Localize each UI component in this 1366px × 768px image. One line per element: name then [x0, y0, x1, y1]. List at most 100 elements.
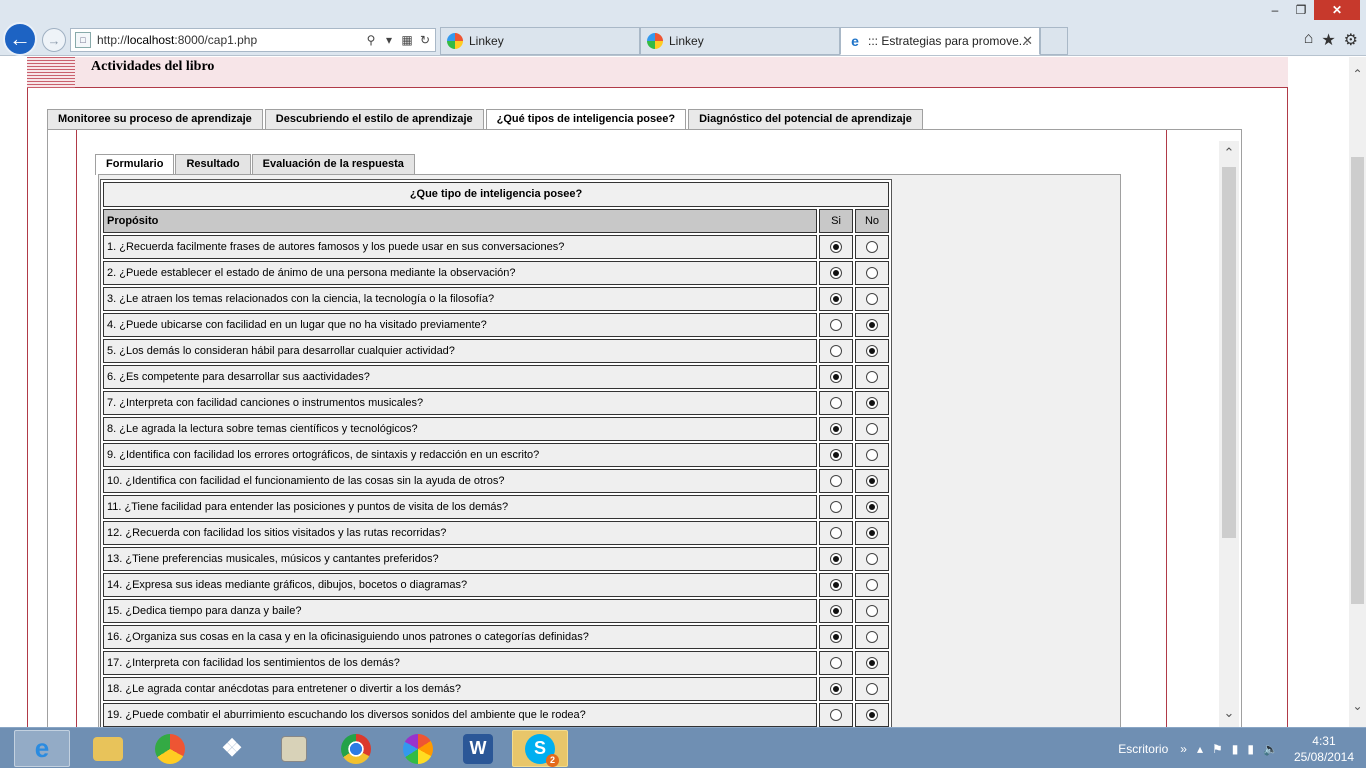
tab-formulario[interactable]: Formulario	[95, 154, 175, 175]
browser-tab-1[interactable]: Linkey	[440, 27, 640, 55]
close-tab-icon[interactable]: ✕	[1022, 33, 1033, 49]
taskbar-chrome[interactable]	[328, 730, 384, 767]
radio-no[interactable]	[866, 319, 878, 331]
tray-expand-icon[interactable]: ▴	[1197, 742, 1203, 756]
radio-si[interactable]	[830, 345, 842, 357]
answer-cell-no	[855, 417, 889, 441]
tab-evaluacion[interactable]: Evaluación de la respuesta	[251, 154, 415, 174]
scroll-thumb[interactable]	[1222, 167, 1236, 538]
radio-no[interactable]	[866, 579, 878, 591]
question-text: 9. ¿Identifica con facilidad los errores…	[103, 443, 817, 467]
radio-si[interactable]	[830, 709, 842, 721]
radio-si[interactable]	[830, 579, 842, 591]
address-bar[interactable]: □ http://localhost:8000/cap1.php ⚲ ▾ ▦ ↻	[70, 28, 436, 52]
radio-si[interactable]	[830, 267, 842, 279]
browser-tab-2[interactable]: Linkey	[640, 27, 840, 55]
compatibility-icon[interactable]: ▦	[399, 33, 415, 47]
taskbar-skype[interactable]: S 2	[512, 730, 568, 767]
radio-no[interactable]	[866, 267, 878, 279]
radio-no[interactable]	[866, 527, 878, 539]
window-scrollbar[interactable]: ⌃ ⌄	[1349, 57, 1366, 727]
forward-button[interactable]: →	[42, 28, 66, 52]
radio-no[interactable]	[866, 683, 878, 695]
radio-si[interactable]	[830, 527, 842, 539]
volume-icon[interactable]: 🔈	[1263, 742, 1278, 756]
radio-no[interactable]	[866, 657, 878, 669]
radio-si[interactable]	[830, 683, 842, 695]
taskbar-chrome-canary[interactable]	[142, 730, 198, 767]
answer-cell-no	[855, 287, 889, 311]
panel-scrollbar[interactable]: ⌃ ⌄	[1219, 141, 1239, 727]
radio-si[interactable]	[830, 553, 842, 565]
tab-label: Linkey	[669, 34, 704, 48]
radio-no[interactable]	[866, 423, 878, 435]
back-button[interactable]: ←	[3, 22, 37, 56]
battery-icon[interactable]: ▮	[1232, 742, 1239, 756]
answer-cell-si	[819, 365, 853, 389]
minimize-icon[interactable]: –	[1262, 0, 1288, 20]
tab-resultado[interactable]: Resultado	[175, 154, 251, 174]
new-tab-button[interactable]	[1040, 27, 1068, 55]
word-icon: W	[463, 733, 493, 764]
radio-no[interactable]	[866, 241, 878, 253]
tab-diagnostico[interactable]: Diagnóstico del potencial de aprendizaje	[688, 109, 923, 129]
tab-label: Linkey	[469, 34, 504, 48]
search-icon[interactable]: ⚲	[363, 33, 379, 47]
radio-si[interactable]	[830, 605, 842, 617]
answer-cell-no	[855, 547, 889, 571]
restore-icon[interactable]: ❐	[1288, 0, 1314, 20]
radio-no[interactable]	[866, 501, 878, 513]
address-url[interactable]: http://localhost:8000/cap1.php	[97, 33, 363, 47]
tab-estilo-aprendizaje[interactable]: Descubriendo el estilo de aprendizaje	[264, 109, 484, 129]
favorites-star-icon[interactable]: ★	[1321, 30, 1335, 50]
taskbar-picasa[interactable]	[390, 730, 446, 767]
answer-cell-si	[819, 547, 853, 571]
flag-icon[interactable]: ⚑	[1212, 742, 1223, 756]
taskbar-app-diamond[interactable]: ❖	[204, 730, 260, 767]
refresh-icon[interactable]: ↻	[417, 33, 433, 47]
radio-si[interactable]	[830, 371, 842, 383]
radio-si[interactable]	[830, 631, 842, 643]
radio-si[interactable]	[830, 293, 842, 305]
dropdown-icon[interactable]: ▾	[381, 33, 397, 47]
radio-si[interactable]	[830, 423, 842, 435]
settings-gear-icon[interactable]: ⚙	[1344, 30, 1358, 50]
taskbar-app-notes[interactable]	[266, 730, 322, 767]
radio-no[interactable]	[866, 553, 878, 565]
desktop-toolbar-label[interactable]: Escritorio	[1118, 742, 1168, 756]
scroll-thumb[interactable]	[1351, 157, 1364, 604]
tab-tipos-inteligencia[interactable]: ¿Qué tipos de inteligencia posee?	[485, 109, 687, 130]
radio-si[interactable]	[830, 397, 842, 409]
radio-si[interactable]	[830, 241, 842, 253]
radio-no[interactable]	[866, 631, 878, 643]
radio-no[interactable]	[866, 449, 878, 461]
radio-no[interactable]	[866, 475, 878, 487]
radio-si[interactable]	[830, 475, 842, 487]
scroll-up-icon[interactable]: ⌃	[1349, 65, 1366, 83]
radio-no[interactable]	[866, 345, 878, 357]
signal-icon[interactable]: ▮	[1247, 742, 1254, 756]
chevron-double-icon[interactable]: »	[1180, 742, 1187, 756]
radio-no[interactable]	[866, 709, 878, 721]
scroll-up-icon[interactable]: ⌃	[1219, 143, 1239, 163]
radio-si[interactable]	[830, 449, 842, 461]
taskbar-explorer[interactable]	[80, 730, 136, 767]
home-icon[interactable]: ⌂	[1304, 30, 1314, 50]
radio-si[interactable]	[830, 657, 842, 669]
radio-no[interactable]	[866, 397, 878, 409]
scroll-down-icon[interactable]: ⌄	[1219, 703, 1239, 723]
clock[interactable]: 4:31 25/08/2014	[1294, 733, 1354, 765]
radio-si[interactable]	[830, 319, 842, 331]
answer-cell-si	[819, 339, 853, 363]
radio-si[interactable]	[830, 501, 842, 513]
taskbar-ie[interactable]: e	[14, 730, 70, 767]
taskbar-word[interactable]: W	[450, 730, 506, 767]
close-window-icon[interactable]: ✕	[1314, 0, 1360, 20]
question-text: 5. ¿Los demás lo consideran hábil para d…	[103, 339, 817, 363]
browser-tab-active[interactable]: e ::: Estrategias para promove... ✕	[840, 27, 1040, 55]
radio-no[interactable]	[866, 371, 878, 383]
scroll-down-icon[interactable]: ⌄	[1349, 697, 1366, 715]
radio-no[interactable]	[866, 293, 878, 305]
radio-no[interactable]	[866, 605, 878, 617]
tab-monitoree[interactable]: Monitoree su proceso de aprendizaje	[47, 109, 263, 129]
